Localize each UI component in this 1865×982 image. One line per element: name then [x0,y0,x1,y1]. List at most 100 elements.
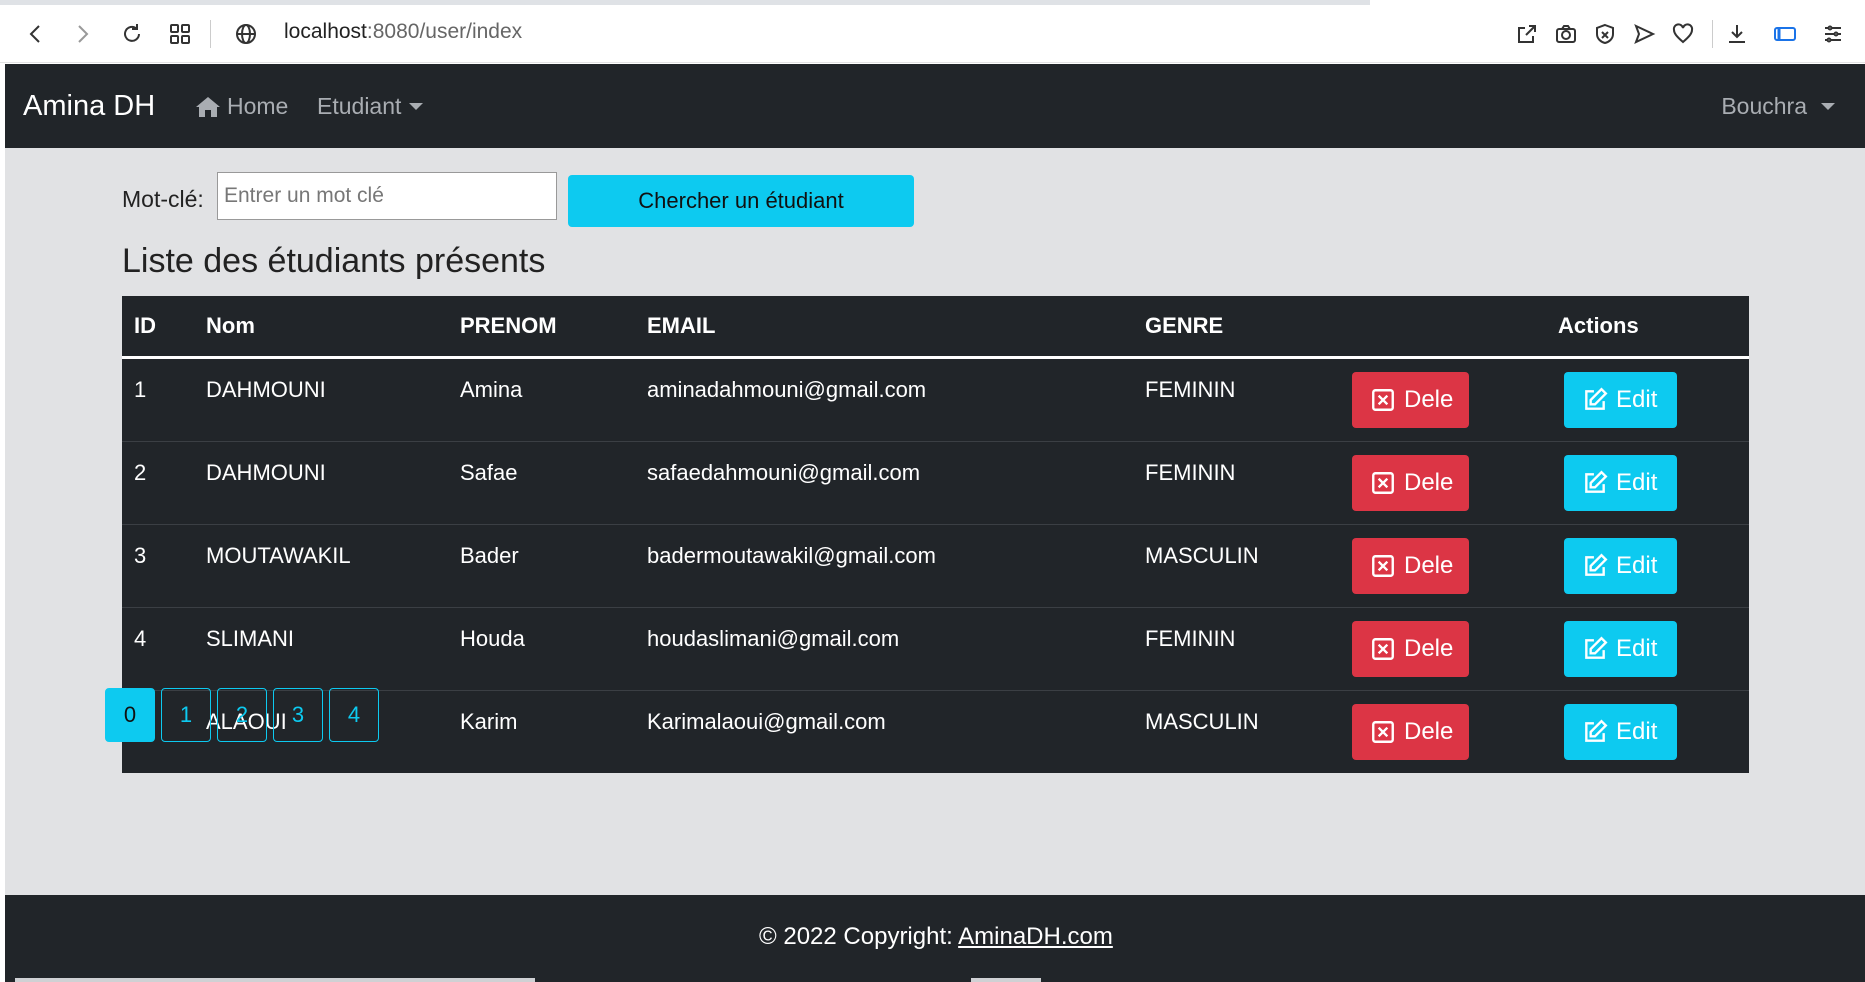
delete-button[interactable]: Dele [1352,372,1469,428]
table-row: 4 SLIMANI Houda houdaslimani@gmail.com FEMIN… [122,607,1749,691]
edit-button[interactable]: Edit [1564,455,1677,511]
delete-icon [1370,719,1396,745]
cell-nom: DAHMOUNI [206,441,460,525]
cell-nom: DAHMOUNI [206,357,460,442]
delete-label: Dele [1404,552,1454,579]
delete-button[interactable]: Dele [1352,621,1469,677]
cell-email: badermoutawakil@gmail.com [647,524,1145,608]
cell-id-text: 3 [134,543,147,568]
header-nom: Nom [206,296,460,359]
page-link-1[interactable]: 1 [161,688,211,742]
share-icon[interactable] [1510,16,1544,52]
cell-genre-text: FEMININ [1145,626,1236,651]
cell-genre: MASCULIN [1145,691,1352,774]
sidebar-icon[interactable] [1768,16,1802,52]
copyright-text: © 2022 Copyright: AminaDH.com [759,923,1113,951]
send-icon[interactable] [1627,16,1661,52]
delete-icon [1370,387,1396,413]
cell-genre: FEMININ [1145,441,1352,525]
cell-genre: FEMININ [1145,607,1352,691]
edit-button[interactable]: Edit [1564,704,1677,760]
cell-email: houdaslimani@gmail.com [647,607,1145,691]
cell-prenom: Houda [460,607,647,691]
download-icon[interactable] [1720,16,1754,52]
cell-id-text: 1 [134,377,147,402]
toolbar-divider [1712,20,1713,48]
nav-home-link[interactable]: Home [195,93,288,120]
cell-email-text: badermoutawakil@gmail.com [647,543,936,568]
table-row: 1 DAHMOUNI Amina aminadahmouni@gmail.com FEM… [122,357,1749,442]
delete-button[interactable]: Dele [1352,538,1469,594]
chevron-down-icon [409,103,424,110]
table-row: 3 MOUTAWAKIL Bader badermoutawakil@gmail.co… [122,524,1749,608]
cell-email-text: safaedahmouni@gmail.com [647,460,921,485]
app-navbar: Amina DH Home Etudiant Bouchra [5,64,1865,148]
grid-icon[interactable] [162,16,198,52]
cell-edit: Edit [1558,524,1749,608]
brand-link[interactable]: Amina DH [23,90,155,123]
table-row: 2 DAHMOUNI Safae safaedahmouni@gmail.com FEM… [122,441,1749,525]
cell-delete: Dele [1352,524,1558,608]
copyright-link[interactable]: AminaDH.com [958,923,1113,950]
header-prenom: PRENOM [460,296,647,359]
header-actions: Actions [1558,296,1749,359]
footer: © 2022 Copyright: AminaDH.com [5,895,1865,982]
scrollbar-thumb[interactable] [971,978,1041,982]
cell-prenom-text: Amina [460,377,523,402]
camera-icon[interactable] [1549,16,1583,52]
edit-icon [1582,387,1608,413]
edit-icon [1582,636,1608,662]
cell-delete: Dele [1352,607,1558,691]
search-button[interactable]: Chercher un étudiant [568,175,914,227]
scrollbar-thumb[interactable] [15,978,535,982]
chevron-down-icon [1821,103,1835,110]
cell-id: 3 [122,524,206,608]
search-input[interactable] [217,172,557,220]
edit-label: Edit [1616,469,1658,496]
heart-icon[interactable] [1666,16,1700,52]
cell-nom-text: DAHMOUNI [206,460,326,485]
cell-delete: Dele [1352,357,1558,442]
reload-icon[interactable] [114,16,150,52]
cell-prenom-text: Bader [460,543,519,568]
cell-genre-text: MASCULIN [1145,709,1259,734]
menu-icon[interactable] [1816,16,1850,52]
page-link-4[interactable]: 4 [329,688,379,742]
page-link-0[interactable]: 0 [105,688,155,742]
back-icon[interactable] [18,16,54,52]
cell-genre-text: MASCULIN [1145,543,1259,568]
page-link-3[interactable]: 3 [273,688,323,742]
delete-button[interactable]: Dele [1352,704,1469,760]
cell-id: 4 [122,607,206,691]
edit-label: Edit [1616,386,1658,413]
cell-nom-text: SLIMANI [206,626,295,651]
cell-genre: MASCULIN [1145,524,1352,608]
page-link-2[interactable]: 2 [217,688,267,742]
address-bar[interactable]: localhost:8080/user/index [284,20,522,44]
edit-button[interactable]: Edit [1564,372,1677,428]
delete-icon [1370,636,1396,662]
shield-icon[interactable] [1588,16,1622,52]
forward-icon[interactable] [64,16,100,52]
delete-icon [1370,553,1396,579]
edit-button[interactable]: Edit [1564,538,1677,594]
cell-email-text: aminadahmouni@gmail.com [647,377,927,402]
cell-email-text: Karimalaoui@gmail.com [647,709,886,734]
cell-prenom-text: Karim [460,709,518,734]
cell-nom-text: MOUTAWAKIL [206,543,351,568]
cell-prenom: Karim [460,691,647,774]
cell-prenom-text: Safae [460,460,518,485]
delete-label: Dele [1404,718,1454,745]
cell-prenom-text: Houda [460,626,525,651]
user-menu-dropdown[interactable]: Bouchra [1721,93,1835,120]
nav-etudiant-dropdown[interactable]: Etudiant [317,93,424,120]
cell-prenom: Bader [460,524,647,608]
edit-label: Edit [1616,552,1658,579]
edit-label: Edit [1616,718,1658,745]
toolbar-divider [210,20,211,48]
tab-strip-line [0,0,1370,5]
edit-button[interactable]: Edit [1564,621,1677,677]
cell-nom-text: DAHMOUNI [206,377,326,402]
delete-button[interactable]: Dele [1352,455,1469,511]
delete-label: Dele [1404,635,1454,662]
